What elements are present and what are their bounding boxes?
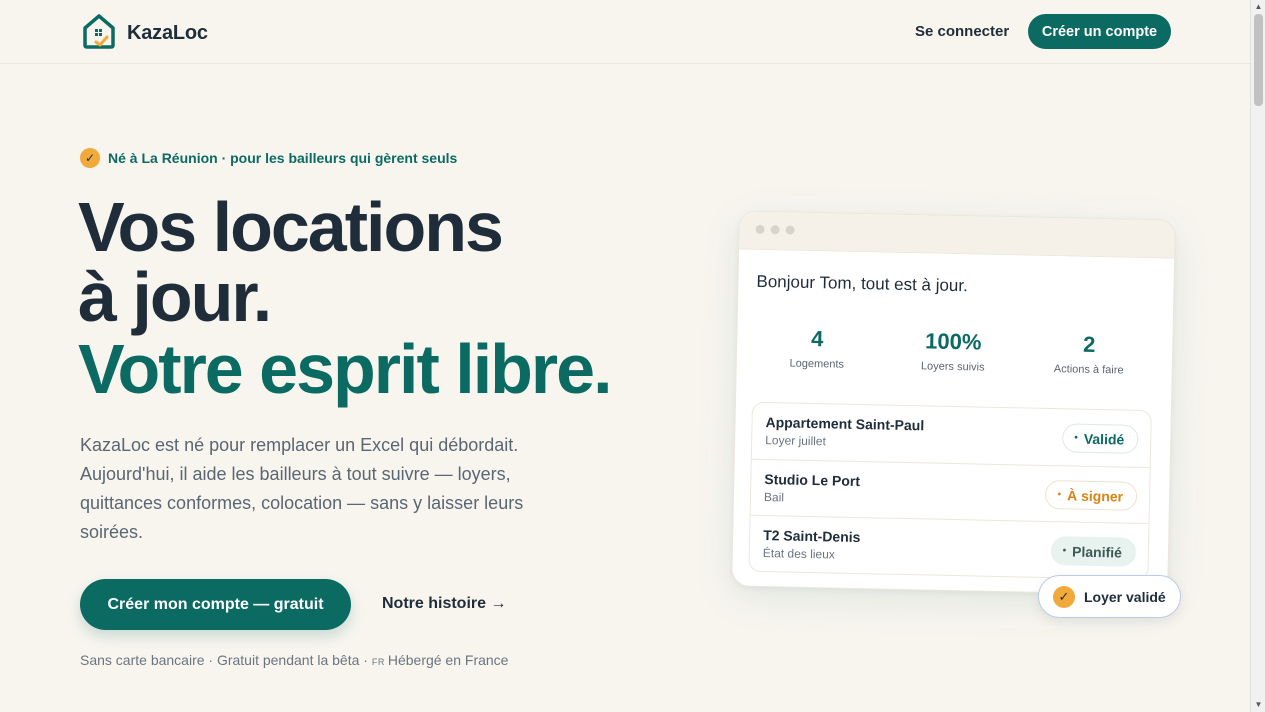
property-title: Studio Le Port xyxy=(764,471,861,490)
scroll-down-arrow-icon[interactable]: ▼ xyxy=(1253,700,1264,710)
scroll-thumb[interactable] xyxy=(1254,14,1263,106)
stat-label: Loyers suivis xyxy=(920,360,985,374)
site-header: KazaLoc Se connecter Créer un compte xyxy=(0,0,1250,64)
list-item: T2 Saint-Denis État des lieux • Planifié xyxy=(749,514,1149,580)
mockup-greeting: Bonjour Tom, tout est à jour. xyxy=(756,271,969,296)
bullet-icon: • xyxy=(1074,432,1078,444)
stat-label: Actions à faire xyxy=(1053,363,1124,377)
footnote-main: Sans carte bancaire · Gratuit pendant la… xyxy=(80,652,372,668)
status-text: À signer xyxy=(1066,486,1124,505)
page-scrollbar[interactable]: ▲ ▼ xyxy=(1250,0,1265,712)
create-account-cta-button[interactable]: Créer mon compte — gratuit xyxy=(80,579,351,630)
toast-text: Loyer validé xyxy=(1084,588,1166,605)
headline-line-1: Vos locations xyxy=(78,188,504,266)
check-icon: ✓ xyxy=(80,148,100,168)
property-subtitle: Loyer juillet xyxy=(765,433,827,449)
status-text: Planifié xyxy=(1071,543,1123,561)
stat-rents: 100% Loyers suivis xyxy=(893,328,1014,375)
property-subtitle: Bail xyxy=(763,490,785,505)
property-title: T2 Saint-Denis xyxy=(763,527,861,546)
rent-validated-toast: ✓ Loyer validé xyxy=(1038,575,1181,618)
headline-line-2: à jour. xyxy=(78,258,272,336)
scroll-up-arrow-icon[interactable]: ▲ xyxy=(1253,2,1264,12)
origin-badge: ✓ Né à La Réunion · pour les bailleurs q… xyxy=(80,148,457,168)
window-dot-icon xyxy=(770,225,780,235)
hero-footnote: Sans carte bancaire · Gratuit pendant la… xyxy=(80,652,508,668)
bullet-icon: • xyxy=(1057,489,1062,501)
stat-value: 100% xyxy=(924,328,982,355)
status-badge: • Planifié xyxy=(1050,536,1137,567)
status-badge: • Validé xyxy=(1062,423,1139,454)
status-text: Validé xyxy=(1083,430,1125,448)
footnote-hosting: Hébergé en France xyxy=(387,652,509,668)
origin-badge-text: Né à La Réunion · pour les bailleurs qui… xyxy=(108,150,458,166)
window-dot-icon xyxy=(755,224,765,235)
stat-value: 4 xyxy=(810,326,824,352)
hero-intro: KazaLoc est né pour remplacer un Excel q… xyxy=(80,435,524,542)
check-icon: ✓ xyxy=(1053,585,1075,608)
login-link[interactable]: Se connecter xyxy=(915,23,1009,40)
brand-logo[interactable]: KazaLoc xyxy=(81,12,208,55)
property-title: Appartement Saint-Paul xyxy=(765,414,925,434)
property-subtitle: État des lieux xyxy=(762,546,835,562)
stat-label: Logements xyxy=(789,357,845,371)
headline-line-3: Votre esprit libre. xyxy=(78,330,613,408)
signup-button[interactable]: Créer un compte xyxy=(1028,14,1171,49)
mockup-titlebar xyxy=(739,211,1175,259)
bullet-icon: • xyxy=(1062,545,1067,557)
house-check-icon xyxy=(81,12,117,55)
list-item: Appartement Saint-Paul Loyer juillet • Va… xyxy=(752,403,1151,467)
list-item: Studio Le Port Bail • À signer xyxy=(750,458,1150,524)
our-story-link[interactable]: Notre histoire → xyxy=(382,595,506,613)
property-list: Appartement Saint-Paul Loyer juillet • Va… xyxy=(748,401,1152,581)
window-dot-icon xyxy=(785,225,795,235)
stat-housing: 4 Logements xyxy=(757,325,878,372)
france-flag-label: FR xyxy=(371,657,385,667)
stat-value: 2 xyxy=(1082,331,1096,357)
dashboard-mockup: Bonjour Tom, tout est à jour. 4 Logement… xyxy=(731,210,1176,596)
status-badge: • À signer xyxy=(1045,479,1138,511)
brand-name: KazaLoc xyxy=(127,22,208,44)
stat-actions: 2 Actions à faire xyxy=(1029,331,1150,378)
